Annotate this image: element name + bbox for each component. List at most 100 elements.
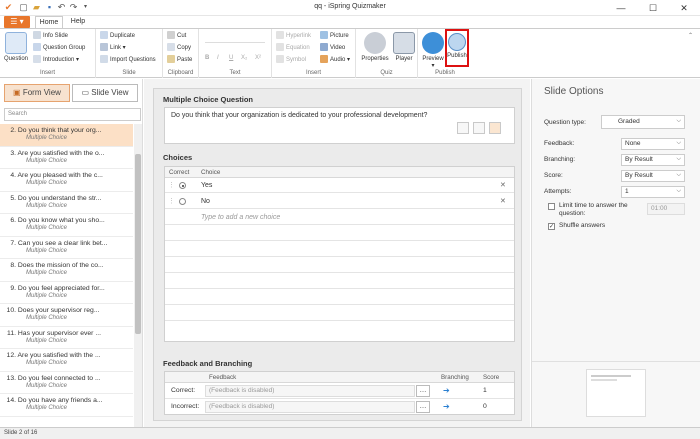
branching-dropdown[interactable]: By Result (621, 154, 685, 166)
close-button[interactable]: ✕ (668, 0, 700, 16)
scrollbar-thumb[interactable] (135, 154, 141, 334)
slide-title: 14. Do you have any friends a... (4, 394, 133, 404)
question-text-field[interactable]: Do you think that your organization is d… (164, 107, 515, 144)
copy-button[interactable]: Copy (167, 43, 191, 53)
hyperlink-button[interactable]: Hyperlink (276, 31, 311, 41)
search-input[interactable]: Search (4, 108, 141, 121)
slide-list-item[interactable]: 6. Do you know what you sho... Multiple C… (0, 214, 133, 237)
feedback-dropdown[interactable]: None (621, 138, 685, 150)
audio-button[interactable]: Audio ▾ (320, 55, 350, 65)
slide-type: Multiple Choice (26, 315, 68, 321)
slide-list-item[interactable]: 2. Do you think that your org... Multiple… (0, 124, 133, 147)
slide-view-button[interactable]: ▭ Slide View (72, 84, 138, 102)
drag-handle-icon[interactable]: ⋮ (168, 194, 175, 209)
file-menu-button[interactable]: ☰ ▾ (4, 16, 30, 28)
symbol-label: Symbol (286, 57, 307, 63)
equation-button[interactable]: Equation (276, 43, 310, 53)
slide-number: 14. (6, 397, 16, 404)
question-type-heading: Multiple Choice Question (163, 95, 254, 104)
slide-number: 10. (6, 307, 16, 314)
maximize-button[interactable]: ☐ (637, 0, 669, 16)
new-choice-row[interactable]: Type to add a new choice (165, 210, 514, 225)
video-button[interactable]: Video (320, 43, 345, 53)
slide-list-item[interactable]: 7. Can you see a clear link bet... Multip… (0, 237, 133, 259)
form-view-button[interactable]: ▣ Form View (4, 84, 70, 102)
info-slide-label: Info Slide (43, 33, 69, 39)
slide-list-item[interactable]: 8. Does the mission of the co... Multiple… (0, 259, 133, 282)
score-dropdown[interactable]: By Result (621, 170, 685, 182)
empty-row (165, 306, 514, 321)
preview-button[interactable]: Preview ▾ (420, 32, 446, 69)
symbol-button[interactable]: Symbol (276, 55, 306, 65)
cut-button[interactable]: Cut (167, 31, 186, 41)
attempts-dropdown[interactable]: 1 (621, 186, 685, 198)
slide-list-scrollbar[interactable] (134, 124, 142, 427)
feedback-table: Feedback Branching Score Correct: (Feedb… (164, 371, 515, 415)
choice-text[interactable]: Yes (201, 178, 212, 193)
limit-time-checkbox[interactable] (548, 203, 555, 210)
publish-button[interactable]: Publish (445, 29, 469, 67)
properties-button[interactable]: Properties (360, 32, 390, 62)
shuffle-answers-checkbox[interactable]: ✓ (548, 223, 555, 230)
quiz-group-label: Quiz (380, 70, 393, 76)
underline-button[interactable]: U (229, 53, 233, 63)
question-group-button[interactable]: Question Group (33, 43, 85, 53)
duplicate-button[interactable]: Duplicate (100, 31, 135, 41)
time-limit-input[interactable]: 01:00 (647, 203, 685, 215)
slide-list-item[interactable]: 3. Are you satisfied with the o... Multip… (0, 147, 133, 169)
choice-column-header: Choice (201, 169, 221, 176)
slide-options-title: Slide Options (544, 86, 604, 97)
slide-list-item[interactable]: 11. Has your supervisor ever ... Multiple… (0, 327, 133, 349)
question-type-value: Graded (618, 118, 640, 125)
add-audio-icon[interactable] (489, 122, 501, 134)
delete-choice-icon[interactable]: ✕ (500, 194, 506, 209)
slide-list-item[interactable]: 13. Do you feel connected to ... Multiple… (0, 372, 133, 394)
slide-type: Multiple Choice (26, 135, 68, 141)
slide-number: 5. (10, 194, 16, 202)
score-value[interactable]: 1 (483, 383, 487, 399)
slide-list-item[interactable]: 10. Does your supervisor reg... Multiple … (0, 304, 133, 327)
player-button[interactable]: Player (392, 32, 416, 62)
paste-button[interactable]: Paste (167, 55, 192, 65)
correct-radio[interactable] (179, 198, 186, 205)
minimize-button[interactable]: — (605, 0, 637, 16)
delete-choice-icon[interactable]: ✕ (500, 178, 506, 193)
slide-list-item[interactable]: 5. Do you understand the str... Multiple … (0, 192, 133, 214)
branching-arrow-icon[interactable]: ➔ (443, 399, 450, 415)
choice-row[interactable]: ⋮ Yes ✕ (165, 178, 514, 193)
slide-list-item[interactable]: 9. Do you feel appreciated for... Multipl… (0, 282, 133, 304)
slide-list-item[interactable]: 14. Do you have any friends a... Multiple… (0, 394, 133, 417)
picture-button[interactable]: Picture (320, 31, 349, 41)
tab-help[interactable]: Help (64, 16, 92, 28)
feedback-input[interactable]: (Feedback is disabled) (205, 401, 415, 413)
slide-type: Multiple Choice (26, 337, 68, 344)
tab-home[interactable]: Home (35, 16, 63, 28)
correct-radio[interactable] (179, 182, 186, 189)
slide-thumbnail[interactable] (586, 369, 646, 417)
drag-handle-icon[interactable]: ⋮ (168, 178, 175, 193)
introduction-button[interactable]: Introduction ▾ (33, 55, 79, 65)
add-video-icon[interactable] (473, 122, 485, 134)
question-type-dropdown[interactable]: Graded (601, 115, 685, 129)
choice-row[interactable]: ⋮ No ✕ (165, 194, 514, 209)
branching-arrow-icon[interactable]: ➔ (443, 383, 450, 399)
feedback-input[interactable]: (Feedback is disabled) (205, 385, 415, 397)
bold-button[interactable]: B (205, 53, 209, 63)
font-name-combo[interactable] (205, 35, 265, 43)
slide-list-item[interactable]: 4. Are you pleased with the c... Multiple… (0, 169, 133, 192)
feedback-more-button[interactable]: … (416, 401, 430, 413)
italic-button[interactable]: I (217, 53, 219, 63)
question-button[interactable]: Question (3, 32, 29, 62)
slide-list-item[interactable]: 12. Are you satisfied with the ... Multip… (0, 349, 133, 372)
superscript-button[interactable]: X² (255, 53, 261, 63)
slide-title-text: Do you feel connected to ... (17, 374, 101, 382)
import-questions-button[interactable]: Import Questions (100, 55, 156, 65)
subscript-button[interactable]: X₂ (241, 53, 247, 63)
choice-text[interactable]: No (201, 194, 210, 209)
info-slide-button[interactable]: Info Slide (33, 31, 68, 41)
add-picture-icon[interactable] (457, 122, 469, 134)
link-button[interactable]: Link ▾ (100, 43, 126, 53)
feedback-more-button[interactable]: … (416, 385, 430, 397)
collapse-ribbon-icon[interactable]: ⌃ (688, 31, 693, 41)
score-value[interactable]: 0 (483, 399, 487, 415)
